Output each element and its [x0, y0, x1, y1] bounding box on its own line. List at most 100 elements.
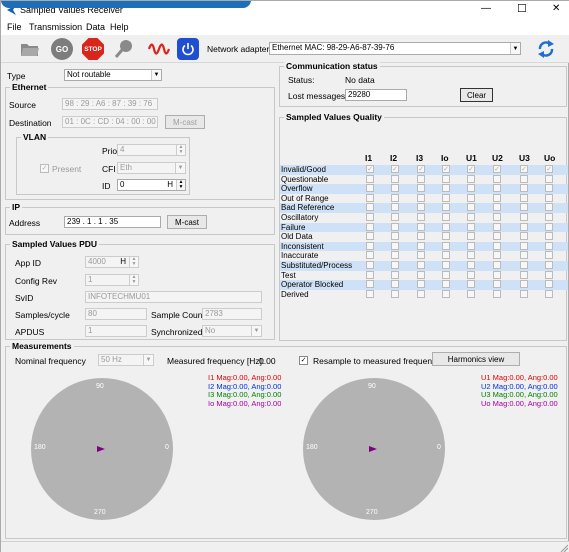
- appid-suffix: H: [120, 257, 126, 266]
- quality-checkbox: [467, 232, 475, 241]
- harmonics-view-button[interactable]: Harmonics view: [432, 352, 520, 366]
- quality-checkbox: [417, 184, 425, 193]
- quality-checkbox: [366, 213, 374, 221]
- maximize-button[interactable]: ☐: [517, 2, 527, 15]
- power-button[interactable]: [177, 38, 199, 60]
- configrev-label: Config Rev: [15, 276, 58, 286]
- quality-checkbox: [391, 289, 399, 298]
- quality-checkbox: [366, 261, 374, 269]
- nominal-frequency-select[interactable]: 50 Hz ▼: [98, 354, 154, 366]
- quality-checkbox: [545, 270, 553, 279]
- quality-checkbox: [417, 174, 425, 183]
- chevron-down-icon: ▼: [143, 355, 153, 365]
- search-icon[interactable]: [114, 39, 134, 59]
- quality-checkbox: [366, 184, 374, 193]
- quality-checkbox: [366, 280, 374, 289]
- source-value: 98 : 29 : A6 : 87 : 39 : 76: [65, 99, 153, 108]
- samples-per-cycle-value: 80: [88, 309, 97, 318]
- waveform-icon[interactable]: [148, 39, 170, 59]
- quality-checkbox: [391, 241, 399, 250]
- open-folder-icon[interactable]: [20, 41, 40, 57]
- resize-grip-icon[interactable]: [560, 544, 568, 552]
- type-value: Not routable: [67, 70, 111, 79]
- vlan-present-checkbox[interactable]: ✓: [40, 164, 49, 173]
- priority-spinner[interactable]: 4 ▲ ▼: [117, 144, 186, 156]
- quality-checkbox: [467, 270, 475, 279]
- destination-value: 01 : 0C : CD : 04 : 00 : 00: [65, 117, 156, 126]
- minimize-button[interactable]: —: [481, 3, 491, 14]
- voltage-angle-180: 180: [306, 444, 318, 451]
- stop-button[interactable]: STOP: [82, 38, 104, 60]
- ip-title: IP: [10, 202, 23, 212]
- resample-checkbox[interactable]: ✓: [299, 356, 308, 365]
- ethernet-title: Ethernet: [10, 82, 49, 92]
- configrev-spinner[interactable]: 1 ▲ ▼: [85, 274, 139, 286]
- menu-file[interactable]: File: [7, 22, 22, 32]
- vlan-id-spinner[interactable]: 0 H ▲ ▼: [117, 179, 186, 191]
- ip-address-field[interactable]: 239 . 1 . 1 . 35: [64, 216, 161, 228]
- quality-checkbox: [467, 280, 475, 289]
- vlan-title: VLAN: [21, 132, 49, 142]
- quality-column-header: I1: [365, 153, 373, 163]
- quality-column-header: Uo: [544, 153, 556, 163]
- quality-checkbox: [545, 261, 553, 269]
- type-select[interactable]: Not routable ▼: [64, 69, 162, 81]
- quality-checkbox: [467, 213, 475, 221]
- go-label: GO: [55, 44, 69, 54]
- phasor-legend-entry: Io Mag:0.00, Ang:0.00: [208, 398, 282, 408]
- quality-checkbox: [467, 289, 475, 298]
- quality-checkbox: [391, 251, 399, 260]
- quality-checkbox: [391, 184, 399, 193]
- close-button[interactable]: ✕: [552, 3, 560, 14]
- quality-row-label: Questionable: [281, 174, 329, 184]
- go-button[interactable]: GO: [51, 38, 73, 60]
- comm-status-title: Communication status: [284, 61, 380, 71]
- network-adapter-select[interactable]: Ethernet MAC: 98-29-A6-87-39-76 ▼: [269, 42, 521, 55]
- samples-per-cycle-field: 80: [85, 308, 147, 320]
- resample-label: Resample to measured frequency: [313, 356, 441, 366]
- ip-address-value: 239 . 1 . 1 . 35: [67, 217, 119, 226]
- lost-messages-field: 29280: [345, 89, 407, 101]
- menu-help[interactable]: Help: [110, 22, 129, 32]
- quality-checkbox: [545, 241, 553, 250]
- quality-checkbox: [391, 193, 399, 202]
- quality-row-label: Oscillatory: [281, 213, 319, 222]
- vlan-present-label: Present: [52, 164, 82, 174]
- refresh-icon[interactable]: [536, 39, 556, 59]
- chevron-down-icon: ▼: [175, 163, 185, 173]
- quality-checkbox: [391, 174, 399, 183]
- quality-checkbox: ✓: [545, 165, 553, 173]
- main-window: Sampled Values Receiver — ☐ ✕ File Trans…: [0, 0, 569, 552]
- quality-checkbox: [545, 232, 553, 241]
- ip-address-label: Address: [9, 218, 41, 228]
- appid-value: 4000: [88, 257, 106, 266]
- quality-checkbox: [493, 270, 501, 279]
- appid-spinner[interactable]: 4000 H ▲ ▼: [85, 256, 139, 268]
- quality-checkbox: [442, 270, 450, 279]
- synchronized-select[interactable]: No ▼: [202, 325, 262, 337]
- clear-button[interactable]: Clear: [460, 88, 493, 102]
- quality-checkbox: [520, 270, 528, 279]
- quality-checkbox: [417, 203, 425, 212]
- menu-data[interactable]: Data: [86, 22, 105, 32]
- quality-row: Inaccurate: [280, 251, 568, 261]
- quality-checkbox: [545, 184, 553, 193]
- quality-checkbox: [520, 203, 528, 212]
- ip-mcast-button[interactable]: M-cast: [167, 215, 207, 229]
- cfi-label: CFI: [102, 164, 116, 174]
- quality-checkbox: [442, 193, 450, 202]
- current-angle-0: 0: [165, 444, 169, 451]
- quality-row-label: Invalid/Good: [281, 165, 326, 174]
- menu-transmission[interactable]: Transmission: [29, 22, 82, 32]
- quality-row: Operator Blocked: [280, 280, 568, 290]
- quality-checkbox: [467, 261, 475, 269]
- quality-checkbox: [545, 203, 553, 212]
- quality-checkbox: [391, 232, 399, 241]
- cfi-select[interactable]: Eth ▼: [117, 162, 186, 174]
- quality-checkbox: ✓: [417, 165, 425, 173]
- quality-checkbox: [520, 289, 528, 298]
- quality-column-header: U2: [492, 153, 503, 163]
- lost-messages-value: 29280: [348, 90, 371, 99]
- clear-label: Clear: [466, 90, 487, 100]
- ethernet-mcast-button[interactable]: M-cast: [165, 115, 205, 129]
